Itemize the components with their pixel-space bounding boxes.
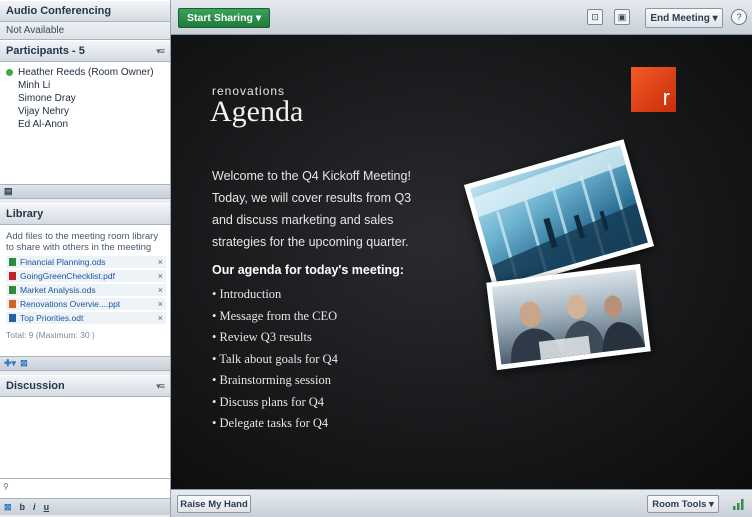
participants-header[interactable]: Participants - 5 ▾≡ [0, 40, 170, 62]
audio-conferencing-header[interactable]: Audio Conferencing [0, 0, 170, 22]
agenda-list: • Introduction • Message from the CEO • … [212, 284, 338, 435]
library-header[interactable]: Library [0, 203, 170, 225]
participant-row[interactable]: Ed Al-Anon [6, 118, 166, 131]
room-tools-button[interactable]: Room Tools ▾ [647, 495, 719, 513]
italic-button[interactable]: i [33, 502, 36, 512]
corridor-illustration [472, 145, 648, 286]
discussion-title: Discussion [6, 380, 65, 392]
agenda-item: • Delegate tasks for Q4 [212, 416, 329, 430]
message-input[interactable]: ⚲ [0, 479, 170, 499]
document-file-icon [9, 314, 16, 322]
pin-icon[interactable]: ⚲ [3, 482, 9, 491]
agenda-item: • Discuss plans for Q4 [212, 394, 325, 409]
library-file-name[interactable]: Market Analysis.ods [20, 285, 154, 295]
library-file-name[interactable]: GoingGreenChecklist.pdf [20, 271, 154, 281]
panel-options-icon[interactable]: ▾≡ [156, 46, 165, 57]
participant-name: Minh Li [18, 80, 51, 91]
participant-name: Heather Reeds (Room Owner) [18, 67, 154, 78]
business-meeting-image [491, 269, 646, 365]
participants-toolbar: ▤ [0, 185, 170, 199]
agenda-item: • Review Q3 results [212, 330, 312, 344]
fullscreen-icon[interactable]: ⊡ [587, 9, 603, 25]
participant-row[interactable]: Minh Li [6, 79, 166, 92]
meeting-illustration [511, 294, 646, 364]
participant-name: Ed Al-Anon [18, 119, 69, 130]
audio-status-text: Not Available [6, 25, 65, 36]
spreadsheet-file-icon [9, 286, 16, 294]
participant-row[interactable]: Heather Reeds (Room Owner) [6, 66, 166, 79]
remove-file-icon[interactable]: × [158, 257, 163, 267]
presentation-stage: renovations Agenda r Welcome to the Q4 K… [171, 35, 752, 489]
bold-button[interactable]: b [20, 502, 26, 512]
library-file-row[interactable]: Renovations Overvie....ppt × [6, 298, 166, 310]
library-title: Library [6, 208, 44, 220]
pdf-file-icon [9, 272, 16, 280]
participant-name: Simone Dray [18, 93, 76, 104]
library-total: Total: 9 (Maximum: 30 ) [6, 330, 95, 340]
remove-file-icon[interactable]: × [158, 313, 163, 323]
library-pane: Add files to the meeting room library to… [0, 225, 170, 357]
participants-list-icon[interactable]: ▤ [4, 186, 13, 197]
slide: renovations Agenda r Welcome to the Q4 K… [171, 35, 752, 489]
emoticon-icon[interactable]: ⊠ [4, 502, 12, 513]
agenda-item: • Talk about goals for Q4 [212, 351, 338, 366]
business-meeting-photo [486, 263, 651, 371]
library-toolbar: ✚▾ ⊠ [0, 357, 170, 371]
library-file-name[interactable]: Renovations Overvie....ppt [20, 299, 154, 309]
audio-status: Not Available [0, 22, 170, 40]
presence-dot-icon [6, 69, 13, 76]
add-file-icon[interactable]: ✚▾ [4, 358, 16, 369]
remove-file-icon[interactable]: × [158, 285, 163, 295]
left-panel: Audio Conferencing Not Available Partici… [0, 0, 171, 517]
start-sharing-button[interactable]: Start Sharing ▾ [178, 8, 271, 28]
participant-row[interactable]: Simone Dray [6, 92, 166, 105]
signal-bars-icon [733, 499, 744, 510]
remove-file-icon[interactable]: × [158, 271, 163, 281]
brand-logo: r [631, 67, 676, 112]
layout-icon[interactable]: ▣ [614, 9, 630, 25]
library-file-row[interactable]: GoingGreenChecklist.pdf × [6, 270, 166, 282]
library-file-name[interactable]: Top Priorities.odt [20, 313, 154, 323]
underline-button[interactable]: u [44, 502, 50, 512]
raise-hand-button[interactable]: Raise My Hand [177, 495, 251, 513]
presentation-file-icon [9, 300, 16, 308]
format-toolbar: ⊠ b i u [0, 499, 170, 515]
discussion-header[interactable]: Discussion ▾≡ [0, 375, 170, 397]
agenda-heading: Our agenda for today's meeting: [212, 263, 404, 277]
audio-conferencing-title: Audio Conferencing [6, 5, 112, 17]
remove-file-icon[interactable]: × [158, 299, 163, 309]
end-meeting-button[interactable]: End Meeting ▾ [645, 8, 723, 28]
help-icon[interactable]: ? [731, 9, 747, 25]
participants-title: Participants - 5 [6, 45, 85, 57]
agenda-item: • Brainstorming session [212, 373, 331, 387]
agenda-item: • Message from the CEO [212, 308, 338, 323]
discussion-log [0, 397, 170, 479]
participants-list: Heather Reeds (Room Owner) Minh Li Simon… [0, 62, 170, 185]
meeting-toolbar: Start Sharing ▾ ⊡ ▣ End Meeting ▾ ? [171, 0, 752, 35]
office-corridor-image [470, 145, 648, 286]
agenda-item: • Introduction [212, 287, 282, 301]
slide-intro: Welcome to the Q4 Kickoff Meeting! Today… [212, 169, 412, 249]
library-file-row[interactable]: Top Priorities.odt × [6, 312, 166, 324]
connection-strength-icon [732, 497, 746, 511]
slide-title: Agenda [210, 95, 304, 128]
participant-name: Vijay Nehry [18, 106, 69, 117]
bottom-bar: Raise My Hand Room Tools ▾ [171, 489, 752, 517]
panel-options-icon[interactable]: ▾≡ [156, 381, 165, 392]
spreadsheet-file-icon [9, 258, 16, 266]
library-file-row[interactable]: Financial Planning.ods × [6, 256, 166, 268]
delete-file-icon[interactable]: ⊠ [20, 358, 28, 369]
library-description: Add files to the meeting room library to… [6, 231, 159, 253]
participant-row[interactable]: Vijay Nehry [6, 105, 166, 118]
brand-logo-letter: r [662, 85, 670, 110]
library-file-name[interactable]: Financial Planning.ods [20, 257, 154, 267]
library-file-row[interactable]: Market Analysis.ods × [6, 284, 166, 296]
